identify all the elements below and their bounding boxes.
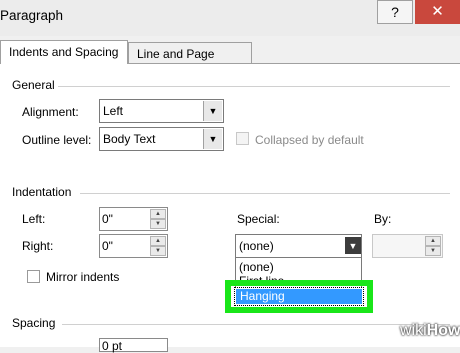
left-indent-value: 0" (102, 212, 113, 226)
spin-up-icon[interactable]: ▲ (425, 236, 441, 246)
spin-up-icon[interactable]: ▲ (150, 236, 166, 246)
tab-line-and-page-breaks[interactable]: Line and Page Breaks (128, 42, 252, 83)
right-indent-value: 0" (102, 239, 113, 253)
spin-down-icon[interactable]: ▼ (425, 246, 441, 256)
left-indent-spinner[interactable]: 0" ▲ ▼ (99, 207, 168, 231)
by-spinner[interactable]: ▲ ▼ (372, 234, 443, 258)
spacing-section-label: Spacing (12, 316, 56, 330)
indentation-divider (80, 193, 450, 194)
chevron-down-icon: ▼ (203, 101, 222, 121)
special-select[interactable]: (none) (235, 234, 362, 258)
dialog-title: Paragraph (0, 8, 64, 23)
wikihow-watermark: wikiHow (400, 322, 460, 339)
dropdown-option-none[interactable]: (none) (239, 260, 274, 274)
mirror-indents-checkbox[interactable] (27, 270, 40, 283)
spin-up-icon[interactable]: ▲ (150, 209, 166, 219)
right-indent-spinner[interactable]: 0" ▲ ▼ (99, 234, 168, 258)
collapsed-checkbox[interactable] (236, 132, 249, 145)
alignment-value: Left (103, 104, 124, 118)
chevron-down-icon: ▼ (203, 129, 222, 149)
outline-level-select[interactable]: Body Text ▼ (99, 127, 224, 151)
chevron-down-icon[interactable]: ▼ (345, 237, 361, 254)
tab-indents-and-spacing[interactable]: Indents and Spacing (0, 40, 128, 64)
before-spacing-spinner[interactable]: 0 pt (99, 338, 168, 353)
special-value: (none) (239, 239, 274, 253)
spin-down-icon[interactable]: ▼ (150, 219, 166, 229)
right-indent-label: Right: (22, 239, 54, 253)
spin-down-icon[interactable]: ▼ (150, 246, 166, 256)
special-label: Special: (237, 212, 280, 226)
help-button[interactable]: ? (377, 0, 413, 24)
alignment-label: Alignment: (22, 105, 79, 119)
spacing-divider (62, 324, 450, 325)
general-section-label: General (12, 78, 55, 92)
indentation-section-label: Indentation (12, 185, 72, 199)
collapsed-label: Collapsed by default (255, 133, 364, 147)
left-indent-label: Left: (22, 212, 46, 226)
close-icon: ✕ (431, 3, 444, 20)
tab-indents-label: Indents and Spacing (9, 45, 119, 59)
outline-level-label: Outline level: (22, 133, 92, 147)
by-label: By: (374, 212, 392, 226)
general-divider (58, 86, 450, 87)
mirror-indents-label: Mirror indents (46, 270, 120, 284)
dropdown-option-hanging[interactable]: Hanging (234, 287, 364, 306)
alignment-select[interactable]: Left ▼ (99, 99, 224, 123)
before-spacing-value: 0 pt (102, 339, 123, 353)
outline-level-value: Body Text (103, 132, 156, 146)
close-button[interactable]: ✕ (415, 0, 460, 24)
